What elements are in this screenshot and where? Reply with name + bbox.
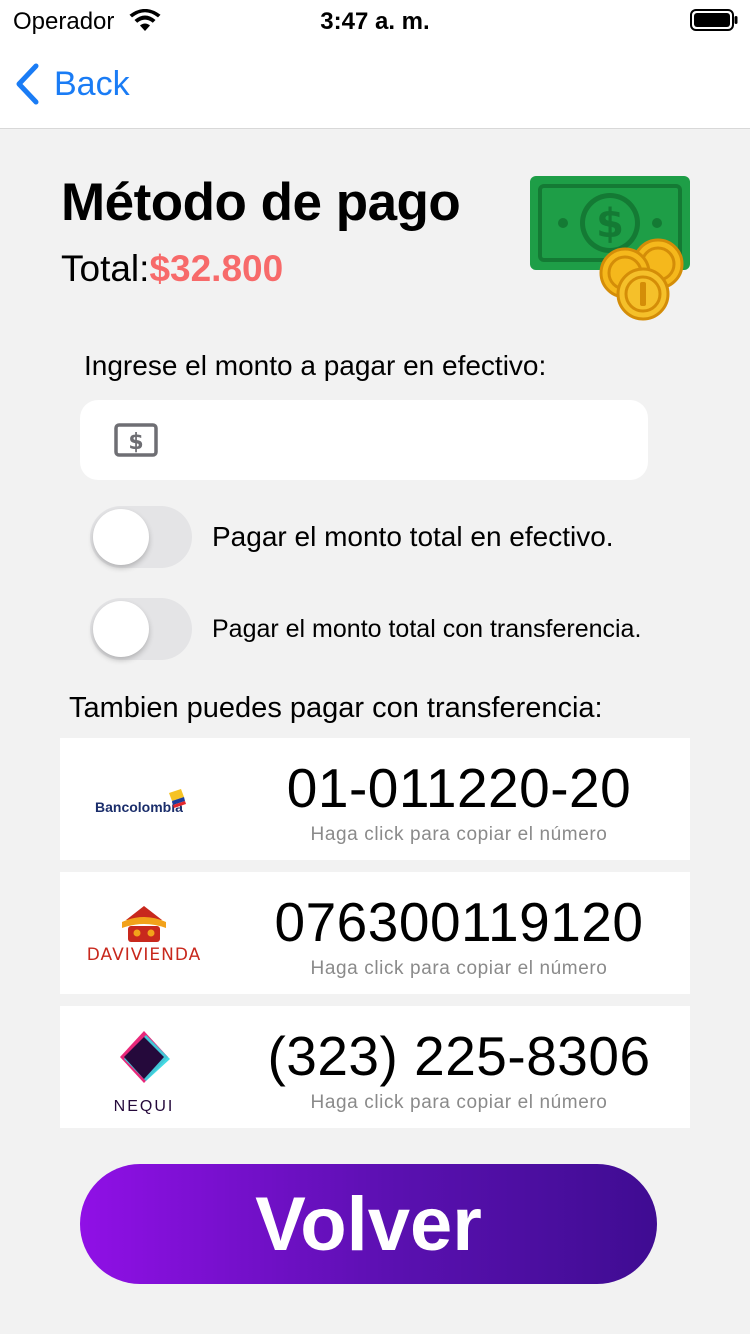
svg-text:Bancolombia: Bancolombia <box>95 799 183 815</box>
page-title: Método de pago <box>61 173 461 232</box>
cash-amount-input[interactable] <box>174 424 644 456</box>
bancolombia-logo: Bancolombia <box>60 738 228 860</box>
back-label: Back <box>54 64 130 103</box>
pay-total-cash-toggle[interactable] <box>90 506 192 568</box>
bank-phone-number: (323) 225-8306 <box>267 1025 651 1087</box>
svg-text:$: $ <box>596 201 624 247</box>
bank-card-nequi[interactable]: NEQUI (323) 225-8306 Haga click para cop… <box>60 1006 690 1128</box>
toggle-row-cash: Pagar el monto total en efectivo. <box>90 506 614 568</box>
volver-button[interactable]: Volver <box>80 1164 657 1284</box>
transfer-section-label: Tambien puedes pagar con transferencia: <box>69 692 603 724</box>
nequi-logo: NEQUI <box>60 1006 228 1128</box>
toggle-row-transfer: Pagar el monto total con transferencia. <box>90 598 641 660</box>
chevron-left-icon <box>16 63 39 105</box>
total-amount: $32.800 <box>149 248 284 289</box>
bank-card-bancolombia[interactable]: Bancolombia 01-011220-20 Haga click para… <box>60 738 690 860</box>
nequi-diamond-icon: NEQUI <box>114 1031 175 1115</box>
toggle-knob <box>93 509 149 565</box>
navigation-bar: Operador 3:47 a. m. Back <box>0 0 750 129</box>
cash-amount-field[interactable]: $ <box>80 400 648 480</box>
bank-account-number: 076300119120 <box>274 891 644 953</box>
svg-text:DAVIVIENDA: DAVIVIENDA <box>87 945 202 965</box>
pay-total-transfer-toggle[interactable] <box>90 598 192 660</box>
copy-hint: Haga click para copiar el número <box>310 1092 608 1113</box>
total-row: Total: $32.800 <box>61 248 283 290</box>
bank-card-davivienda[interactable]: DAVIVIENDA 076300119120 Haga click para … <box>60 872 690 994</box>
davivienda-logo: DAVIVIENDA <box>60 872 228 994</box>
dollar-bill-icon: $ <box>114 423 158 457</box>
back-button[interactable]: Back <box>14 60 130 108</box>
bank-account-number: 01-011220-20 <box>286 757 632 819</box>
money-icon: $ <box>530 176 690 321</box>
battery-icon <box>690 9 738 31</box>
total-label: Total: <box>61 248 150 289</box>
copy-hint: Haga click para copiar el número <box>310 824 608 845</box>
pay-total-cash-label: Pagar el monto total en efectivo. <box>212 521 614 552</box>
copy-hint: Haga click para copiar el número <box>310 958 608 979</box>
svg-text:$: $ <box>128 430 143 455</box>
status-time: 3:47 a. m. <box>320 8 430 35</box>
svg-text:NEQUI: NEQUI <box>114 1098 175 1115</box>
cash-amount-label: Ingrese el monto a pagar en efectivo: <box>84 350 547 381</box>
bancolombia-logo-icon: Bancolombia <box>95 789 186 815</box>
pay-total-transfer-label: Pagar el monto total con transferencia. <box>212 614 642 643</box>
toggle-knob <box>93 601 149 657</box>
davivienda-house-icon: DAVIVIENDA <box>87 906 202 965</box>
